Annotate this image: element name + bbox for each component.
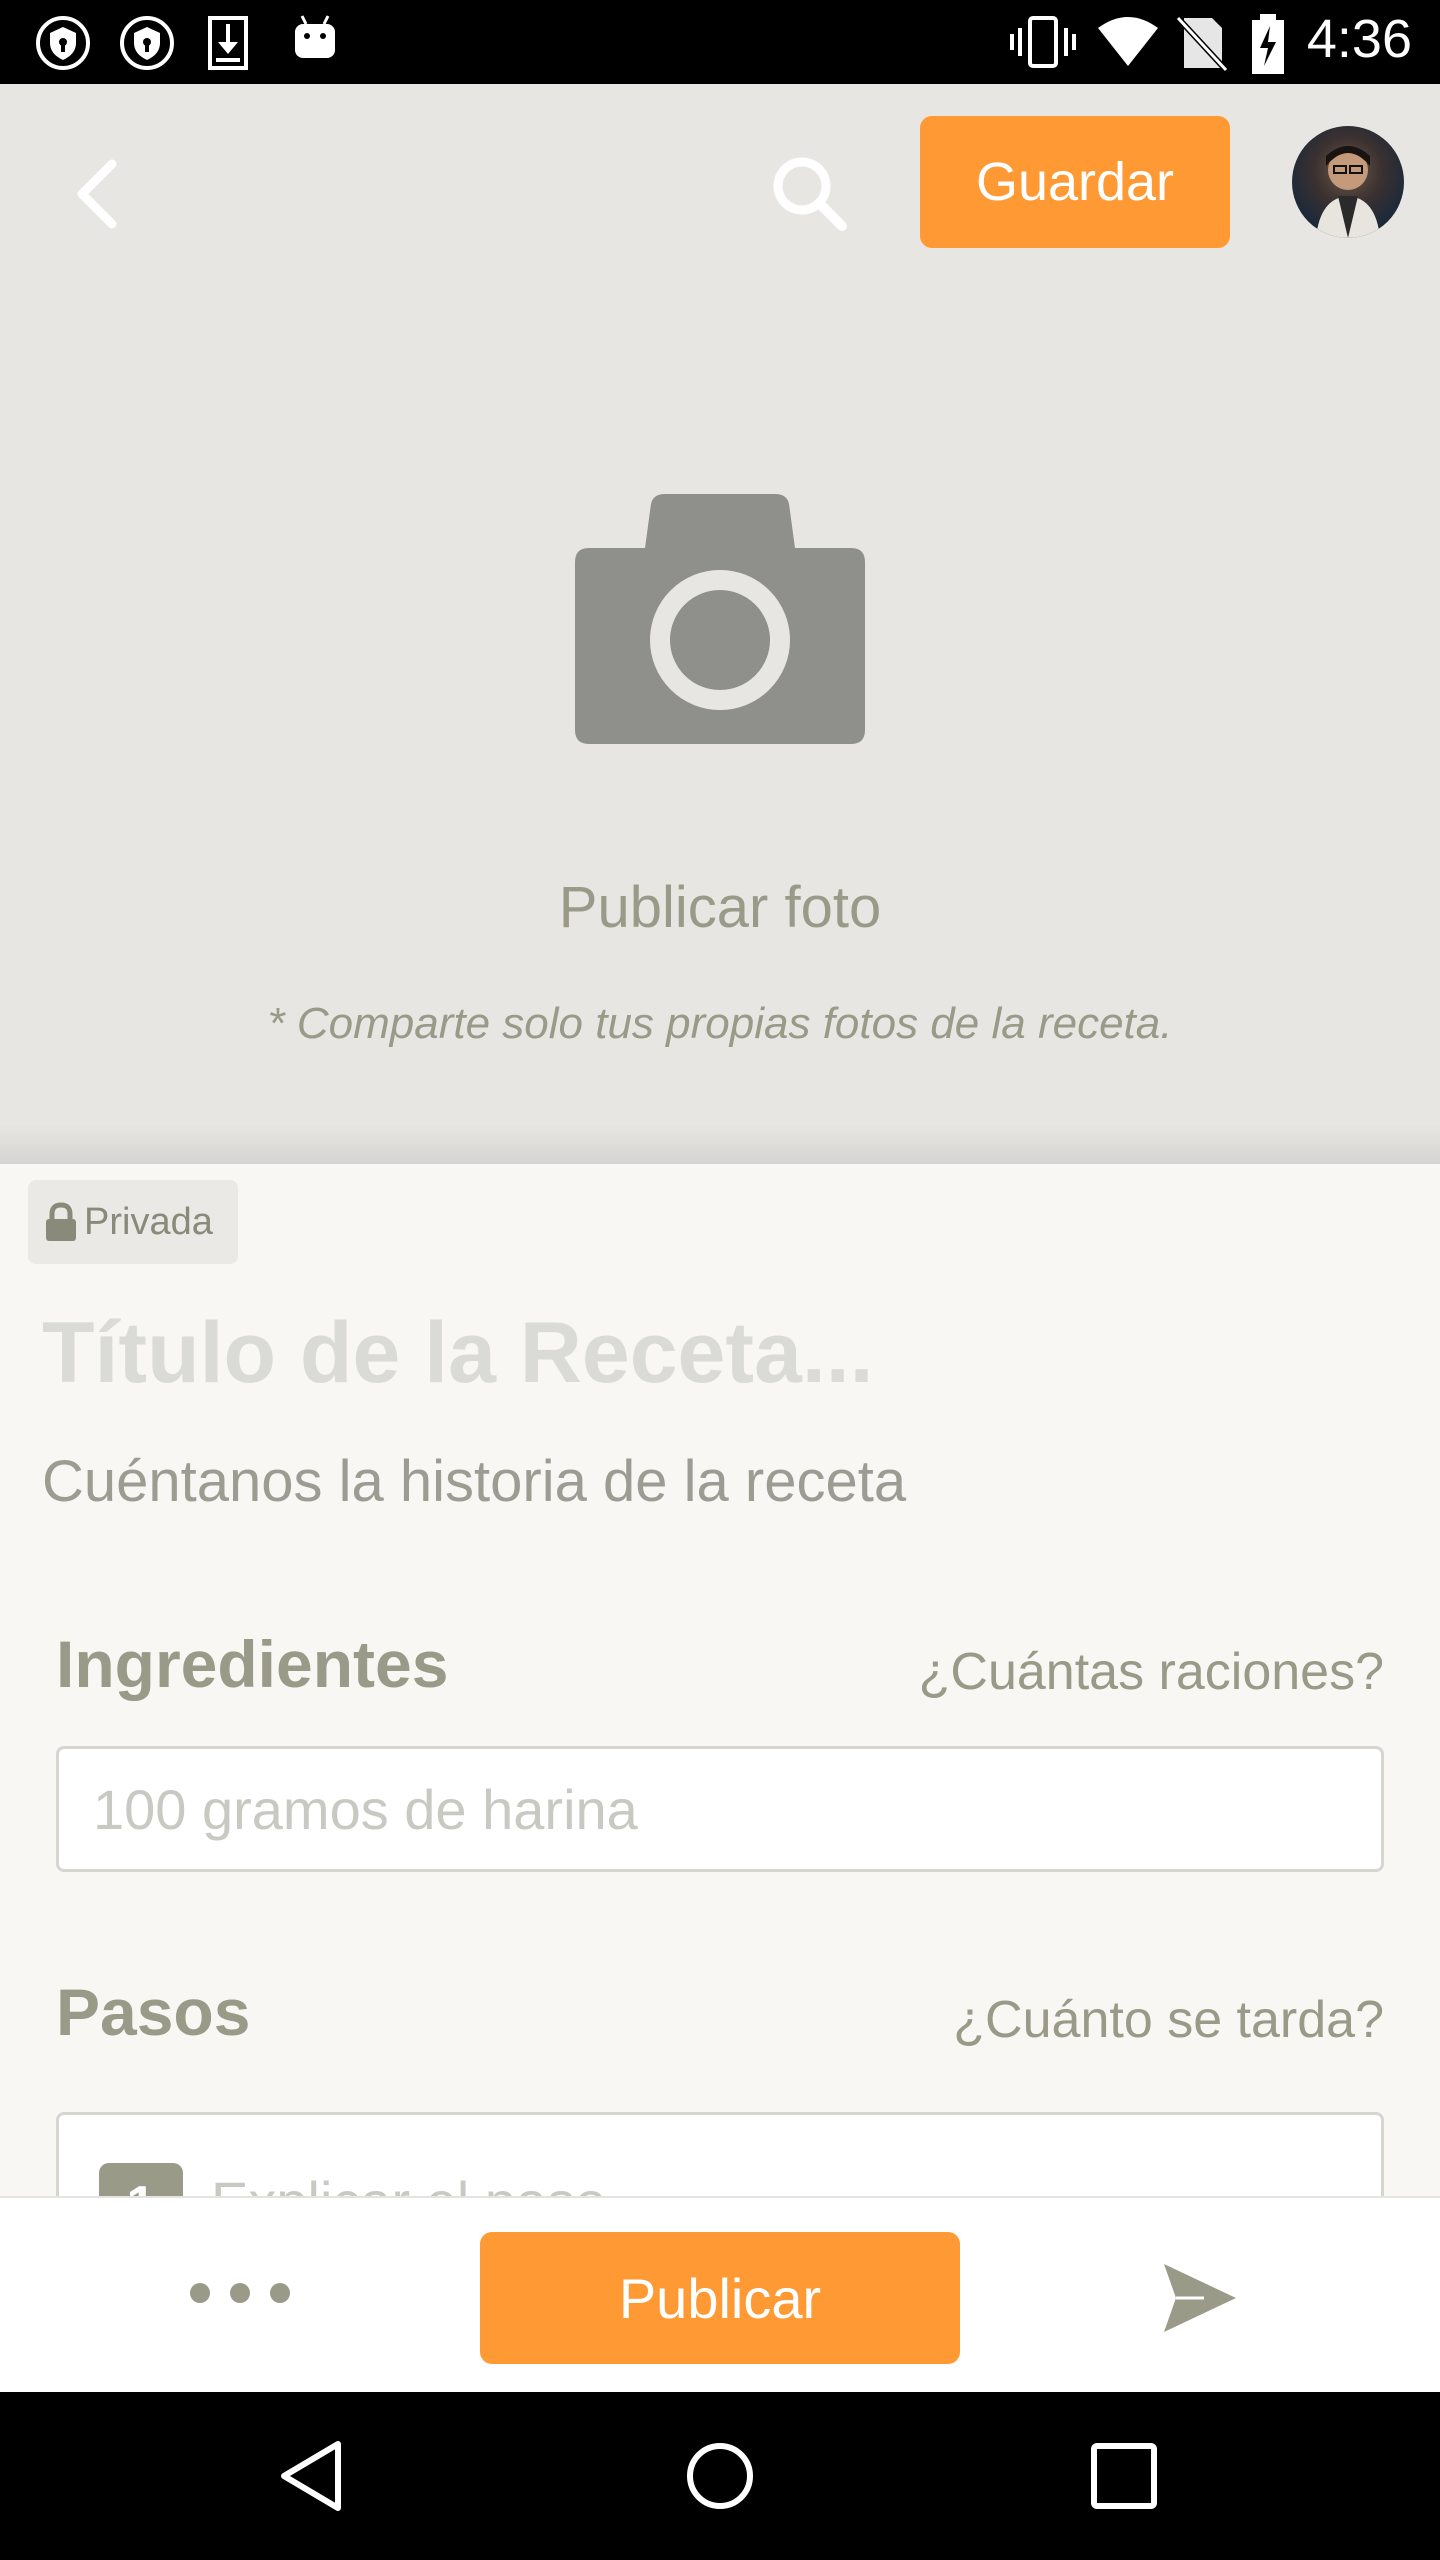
avatar[interactable] — [1292, 126, 1404, 238]
photo-note: * Comparte solo tus propias fotos de la … — [267, 999, 1173, 1048]
avatar-image — [1316, 146, 1380, 238]
more-dot — [270, 2283, 290, 2303]
lock-icon — [46, 1202, 76, 1241]
recipe-title-field[interactable]: Título de la Receta... — [42, 1304, 874, 1403]
nav-recents-icon[interactable] — [1084, 2436, 1164, 2516]
servings-link[interactable]: ¿Cuántas raciones? — [919, 1642, 1384, 1702]
more-horizontal-icon[interactable] — [190, 2258, 290, 2328]
ingredients-heading: Ingredientes — [56, 1627, 449, 1701]
send-icon[interactable] — [1160, 2258, 1240, 2338]
search-icon[interactable] — [760, 144, 860, 244]
ingredient-input[interactable] — [56, 1746, 1384, 1872]
save-button[interactable]: Guardar — [920, 116, 1230, 248]
privacy-label: Privada — [84, 1200, 213, 1243]
step-number: 1 — [99, 2163, 183, 2196]
step-description-field[interactable]: Explicar el paso... — [211, 2169, 653, 2196]
android-icon — [295, 15, 335, 58]
bottom-action-bar: Publicar — [0, 2196, 1440, 2392]
nav-home-icon[interactable] — [680, 2436, 760, 2516]
photo-upload-area[interactable]: Guardar Publicar foto * Comparte solo tu… — [0, 84, 1440, 1164]
nav-back-icon[interactable] — [276, 2436, 356, 2516]
publish-button[interactable]: Publicar — [480, 2232, 960, 2364]
more-dot — [230, 2283, 250, 2303]
recipe-form: Privada Título de la Receta... Cuéntanos… — [0, 1164, 1440, 2196]
vibrate-icon — [1010, 16, 1076, 68]
no-sim-icon — [1176, 15, 1228, 72]
chevron-left-icon[interactable] — [60, 144, 140, 244]
privacy-toggle[interactable]: Privada — [28, 1180, 238, 1264]
shield-icon — [36, 16, 90, 70]
shield-icon — [120, 16, 174, 70]
status-time: 4:36 — [1306, 9, 1412, 69]
recipe-story-field[interactable]: Cuéntanos la historia de la receta — [42, 1448, 906, 1515]
publish-photo-label: Publicar foto — [558, 875, 882, 940]
status-bar: 4:36 — [0, 0, 1440, 84]
wifi-icon — [1098, 17, 1158, 66]
more-dot — [190, 2283, 210, 2303]
battery-charging-icon — [1252, 14, 1284, 74]
system-nav-bar — [0, 2392, 1440, 2560]
camera-icon — [575, 494, 865, 744]
download-icon — [208, 16, 248, 70]
step-card[interactable]: 1 Explicar el paso... — [56, 2112, 1384, 2196]
steps-heading: Pasos — [56, 1975, 251, 2049]
cooking-time-link[interactable]: ¿Cuánto se tarda? — [953, 1990, 1384, 2050]
